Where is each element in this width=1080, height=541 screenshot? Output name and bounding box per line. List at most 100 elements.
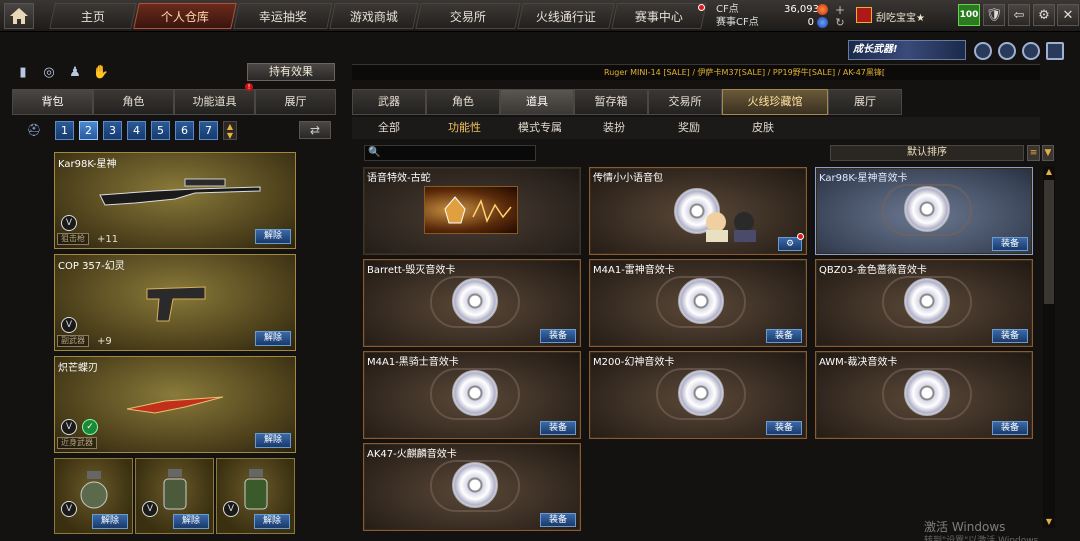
page-button[interactable]: 3: [103, 120, 122, 140]
effect-button[interactable]: 持有效果: [247, 63, 335, 81]
unequip-button[interactable]: 解除: [92, 514, 128, 529]
subtab-functional[interactable]: 功能性: [448, 117, 481, 139]
tab-showroom[interactable]: 展厅: [828, 89, 902, 115]
refresh-icon[interactable]: ↻: [834, 17, 846, 29]
stats-icon[interactable]: ▮: [14, 64, 32, 82]
unequip-button[interactable]: 解除: [173, 514, 209, 529]
glove-icon[interactable]: ✋: [92, 64, 110, 82]
item-card[interactable]: 传情小小语音包 ⚙: [589, 167, 807, 255]
weapon-card[interactable]: COP 357-幻灵 V 副武器 +9 解除: [54, 254, 296, 351]
subtab-rewards[interactable]: 奖励: [678, 117, 700, 139]
scroll-down-icon[interactable]: ▼: [1043, 516, 1055, 528]
sort-select[interactable]: 默认排序: [830, 145, 1024, 161]
sniper-rifle-icon: [99, 178, 261, 206]
tab-weapons[interactable]: 武器: [352, 89, 426, 115]
subtab-skins[interactable]: 皮肤: [752, 117, 774, 139]
grenade-card[interactable]: V 解除: [54, 458, 133, 534]
grenade-card[interactable]: V 解除: [216, 458, 295, 534]
tab-items[interactable]: 道具: [500, 89, 574, 115]
nav-tab-shop[interactable]: 游戏商城: [329, 3, 419, 29]
item-card[interactable]: Barrett-毁灭音效卡 装备: [363, 259, 581, 347]
page-button[interactable]: 4: [127, 120, 146, 140]
equip-button[interactable]: 装备: [540, 421, 576, 435]
nav-tab-home[interactable]: 主页: [49, 3, 137, 29]
badge-icon[interactable]: [974, 42, 992, 60]
unequip-button[interactable]: 解除: [255, 433, 291, 448]
page-button[interactable]: 2: [79, 120, 98, 140]
item-scrollbar[interactable]: ▲ ▼: [1043, 166, 1055, 528]
item-card[interactable]: Kar98K-星神音效卡 装备: [815, 167, 1033, 255]
page-button[interactable]: 1: [55, 120, 74, 140]
shield-icon[interactable]: [1022, 42, 1040, 60]
home-button[interactable]: [4, 3, 34, 29]
equip-button[interactable]: 装备: [766, 329, 802, 343]
item-card[interactable]: 语音特效-古蛇: [363, 167, 581, 255]
nav-tab-label: 游戏商城: [349, 9, 398, 24]
page-button[interactable]: 7: [199, 120, 218, 140]
item-card[interactable]: AWM-裁决音效卡 装备: [815, 351, 1033, 439]
item-name: 语音特效-古蛇: [367, 173, 431, 184]
figure-icon[interactable]: ♟: [66, 64, 84, 82]
scroll-up-icon[interactable]: ▲: [1043, 166, 1055, 178]
disc-icon: [904, 278, 950, 324]
equip-button[interactable]: 装备: [540, 329, 576, 343]
tab-storage[interactable]: 暂存箱: [574, 89, 648, 115]
item-name: M4A1-黑骑士音效卡: [367, 357, 459, 368]
scroll-thumb[interactable]: [1044, 180, 1054, 304]
left-tab-character[interactable]: 角色: [93, 89, 174, 115]
sort-down-icon[interactable]: ▼: [1042, 145, 1054, 161]
search-input[interactable]: 🔍: [364, 145, 536, 161]
arrow-exit-icon[interactable]: ⇦: [1008, 4, 1030, 26]
unequip-button[interactable]: 解除: [254, 514, 290, 529]
item-card[interactable]: M4A1-黑骑士音效卡 装备: [363, 351, 581, 439]
list-icon[interactable]: ≡: [1027, 145, 1040, 161]
nav-tab-lottery[interactable]: 幸运抽奖: [233, 3, 333, 29]
close-icon[interactable]: ✕: [1057, 4, 1079, 26]
promo-banner[interactable]: 成长武器!: [848, 40, 966, 60]
v-icon: V: [61, 215, 77, 231]
equip-button[interactable]: 装备: [992, 237, 1028, 251]
v-icon: V: [61, 419, 77, 435]
tab-exchange[interactable]: 交易所: [648, 89, 722, 115]
helmet-icon: ⛑: [26, 123, 42, 137]
equip-button[interactable]: 装备: [992, 421, 1028, 435]
page-button[interactable]: 5: [151, 120, 170, 140]
nav-tab-pass[interactable]: 火线通行证: [517, 3, 615, 29]
page-button[interactable]: 6: [175, 120, 194, 140]
gift-icon[interactable]: 🛡: [983, 4, 1005, 26]
nav-tab-exchange[interactable]: 交易所: [415, 3, 521, 29]
grenade-card[interactable]: V 解除: [135, 458, 214, 534]
left-tab-showroom[interactable]: 展厅: [255, 89, 336, 115]
left-tab-items[interactable]: 功能道具: [174, 89, 255, 115]
left-tool-icons: ▮ ◎ ♟ ✋: [14, 64, 110, 82]
item-card[interactable]: AK47-火麒麟音效卡 装备: [363, 443, 581, 531]
wings-icon[interactable]: [1046, 42, 1064, 60]
equip-button[interactable]: 装备: [766, 421, 802, 435]
tab-characters[interactable]: 角色: [426, 89, 500, 115]
item-card[interactable]: QBZ03-金色蔷薇音效卡 装备: [815, 259, 1033, 347]
target-icon[interactable]: ◎: [40, 64, 58, 82]
left-tab-bag[interactable]: 背包: [12, 89, 93, 115]
subtab-mode[interactable]: 模式专属: [518, 117, 562, 139]
unequip-button[interactable]: 解除: [255, 331, 291, 346]
top-bar: 主页 个人仓库 幸运抽奖 游戏商城 交易所 火线通行证 赛事中心 CF点 赛事C…: [0, 0, 1080, 32]
page-updown[interactable]: ▲ ▼: [223, 120, 237, 140]
weapon-card[interactable]: 炽芒蝶刃 V ✓ 近身武器 解除: [54, 356, 296, 453]
globe-icon[interactable]: [998, 42, 1016, 60]
weapon-name: COP 357-幻灵: [58, 261, 125, 272]
subtab-dressup[interactable]: 装扮: [603, 117, 625, 139]
tab-collection[interactable]: 火线珍藏馆: [722, 89, 828, 115]
home-icon: [10, 8, 28, 24]
item-card[interactable]: M4A1-雷神音效卡 装备: [589, 259, 807, 347]
nav-tab-events[interactable]: 赛事中心: [611, 3, 707, 29]
bag-sort-button[interactable]: ⇄: [299, 121, 331, 139]
nav-tab-warehouse[interactable]: 个人仓库: [133, 3, 237, 29]
unequip-button[interactable]: 解除: [255, 229, 291, 244]
subtab-all[interactable]: 全部: [378, 117, 400, 139]
item-card[interactable]: M200-幻神音效卡 装备: [589, 351, 807, 439]
equip-button[interactable]: 装备: [540, 513, 576, 527]
weapon-card[interactable]: Kar98K-星神 V 狙击枪 +11 解除: [54, 152, 296, 249]
equip-button[interactable]: 装备: [992, 329, 1028, 343]
gear-icon[interactable]: ⚙: [1033, 4, 1055, 26]
plus-icon[interactable]: +: [834, 4, 846, 16]
